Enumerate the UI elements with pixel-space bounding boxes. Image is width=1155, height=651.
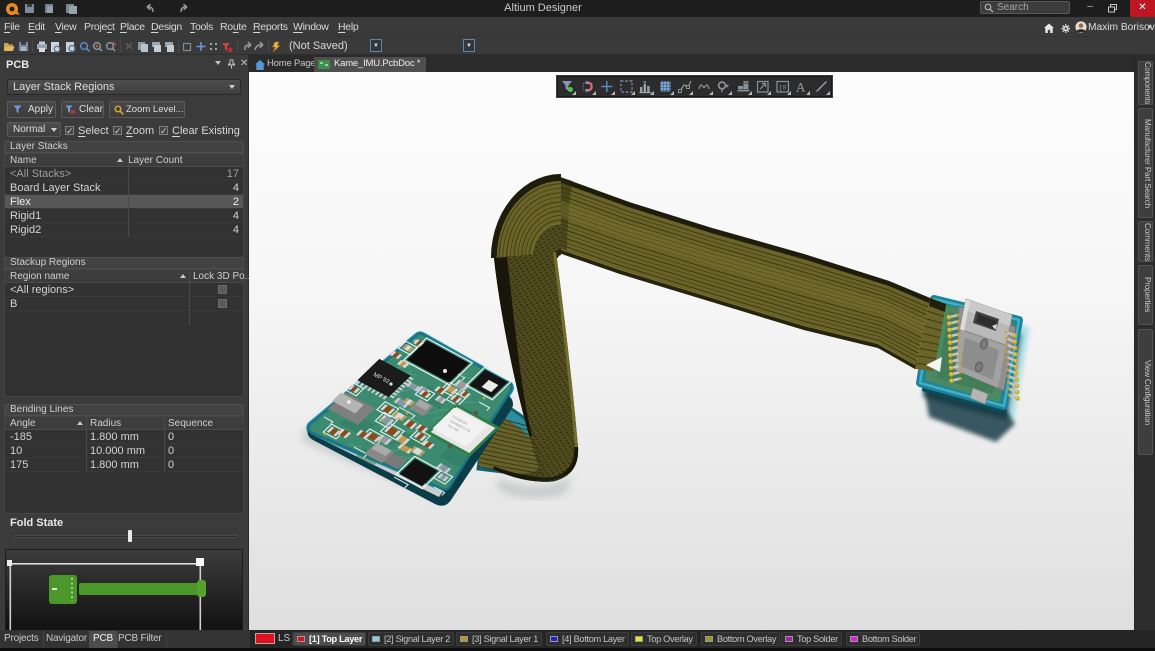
svg-text:A: A bbox=[796, 80, 806, 95]
